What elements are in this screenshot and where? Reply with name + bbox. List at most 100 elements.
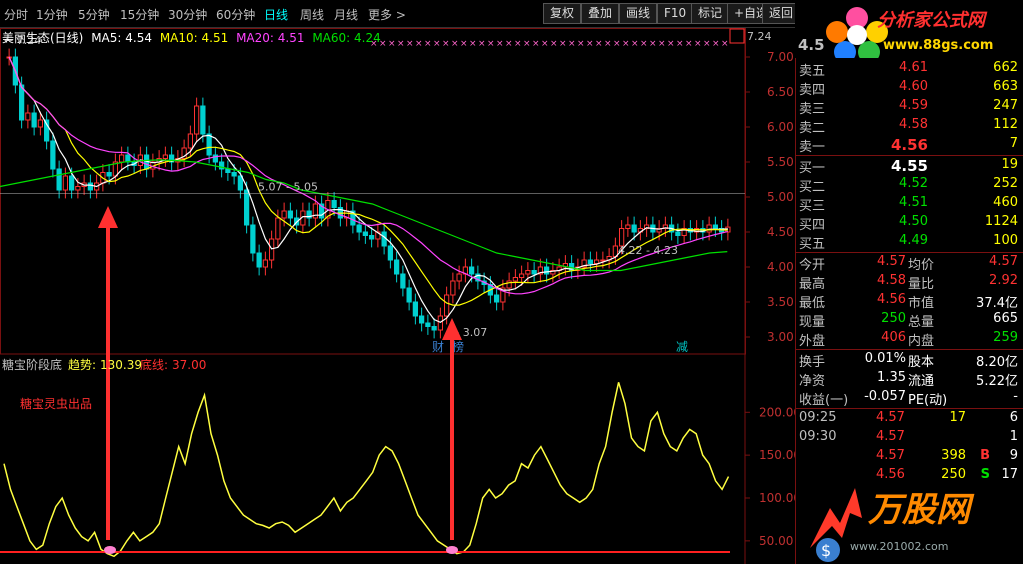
tick-count: 9 [1009,448,1018,463]
timeframe-2[interactable]: 5分钟 [78,6,110,23]
indicator-header-text: 底线: [140,357,168,372]
current-price-value: 4.5 [798,36,825,54]
candle-body [594,259,600,264]
scroll-marker-icon [729,28,745,44]
timeframe-6[interactable]: 日线 [264,6,288,23]
kline-chart[interactable]: 7.00 6.50 6.00 5.50 5.00 4.50 4.00 3.50 3.00 5.07… [0,28,795,564]
candle-body [37,119,43,128]
indicator-header-text: 趋势: [68,358,96,372]
candle-body [631,224,637,233]
candle-body [387,245,393,261]
bid-row: 买三 4.51 460 [796,195,1023,214]
candle-body [400,273,406,289]
ask-label: 卖二 [799,121,826,136]
indicator-header-text: 糖宝阶段底 [2,357,62,372]
stat-value: 37.4亿 [976,296,1018,311]
candle-body [706,224,712,233]
candle-body [281,210,287,219]
signal-mark: × [604,39,612,49]
toolbar-button-3[interactable]: F10 [657,3,694,24]
fund-label: 流通 [908,374,935,389]
candle-body [600,259,606,262]
ask-volume: 663 [993,79,1018,94]
indicator-tick-label: 50.00 [759,534,793,548]
candle-body [450,280,456,296]
signal-mark: × [595,39,603,49]
top-toolbar: 分时 1分钟 5分钟 15分钟 30分钟 60分钟 日线 周线 月线 更多 > 复权 叠加 画线 F10… [0,0,801,28]
fund-value: 5.22亿 [976,374,1018,389]
bid-price: 4.51 [899,195,928,210]
signal-mark: × [568,39,576,49]
bid-volume: 1124 [984,214,1018,229]
wangu-watermark-title: 万股网 [868,490,970,530]
ask-row: 卖五 4.61 662 [796,60,1023,79]
candle-body [62,175,68,191]
signal-mark: × [487,39,495,49]
signal-mark: × [532,39,540,49]
timeframe-0[interactable]: 分时 [4,6,28,23]
fund-label: 收益(一) [799,393,849,408]
ask-label: 卖四 [799,83,826,98]
candle-body [269,238,275,261]
ask-price: 4.60 [899,79,928,94]
price-tick-label: 4.00 [767,260,794,274]
candle-body [525,270,531,275]
current-price: 4.5 [795,36,855,55]
ask-label: 卖五 [799,64,826,79]
timeframe-4[interactable]: 30分钟 [168,6,207,23]
fund-value: 1.35 [877,370,906,385]
signal-mark: × [415,39,423,49]
tick-volume: 17 [949,410,966,425]
candle-body [419,315,425,324]
bid-price: 4.50 [899,214,928,229]
candle-body [512,277,518,282]
timeframe-3[interactable]: 15分钟 [120,6,159,23]
signal-mark: × [640,39,648,49]
stat-row: 今开 4.57 均价 4.57 [796,254,1023,273]
timeframe-7[interactable]: 周线 [300,6,324,23]
toolbar-button-0[interactable]: 复权 [543,3,582,24]
panel-divider [796,252,1023,253]
fund-value: 8.20亿 [976,355,1018,370]
indicator-header-text: 37.00 [172,358,206,372]
ask-volume: 662 [993,60,1018,75]
indicator-tick-label: 100.00 [759,491,795,505]
ma-legend: 美丽生态(日线) MA5: 4.54 MA10: 4.51 MA20: 4.51… [2,29,385,46]
signal-mark: × [460,39,468,49]
annotation-label-2: 4.22 - 4.23 [618,244,678,257]
signal-mark: × [451,39,459,49]
candle-body [675,231,681,236]
signal-mark: × [712,39,720,49]
logo-title: 分析家公式网 [877,10,985,31]
candle-body [106,172,112,177]
timeframe-5[interactable]: 60分钟 [216,6,255,23]
ask-label: 卖一 [799,140,826,155]
candle-body [187,133,193,149]
stat-label: 市值 [908,296,935,311]
candle-body [362,231,368,236]
candle-body [262,259,268,268]
candle-body [287,210,293,219]
candle-body [194,105,200,135]
tick-count: 6 [1009,410,1018,425]
timeframe-1[interactable]: 1分钟 [36,6,68,23]
candle-body [369,235,375,240]
toolbar-button-1[interactable]: 叠加 [581,3,620,24]
fund-row: 收益(一) -0.057 PE(动) - [796,389,1023,408]
stat-row: 外盘 406 内盘 259 [796,330,1023,349]
event-marker: 财 [432,340,444,354]
candle-body [250,224,256,254]
tick-price: 4.57 [876,448,905,463]
candle-body [331,200,337,208]
price-tick-label: 6.50 [767,85,794,99]
candle-body [225,168,231,173]
candle-body [200,105,206,135]
stat-label: 量比 [908,277,935,292]
panel-divider [796,408,1023,409]
toolbar-button-4[interactable]: 标记 [691,3,730,24]
ma5-label: MA5: 4.54 [91,31,152,45]
toolbar-button-2[interactable]: 画线 [619,3,658,24]
fund-label: 换手 [799,355,826,370]
timeframe-9[interactable]: 更多 > [368,6,406,23]
timeframe-8[interactable]: 月线 [334,6,358,23]
